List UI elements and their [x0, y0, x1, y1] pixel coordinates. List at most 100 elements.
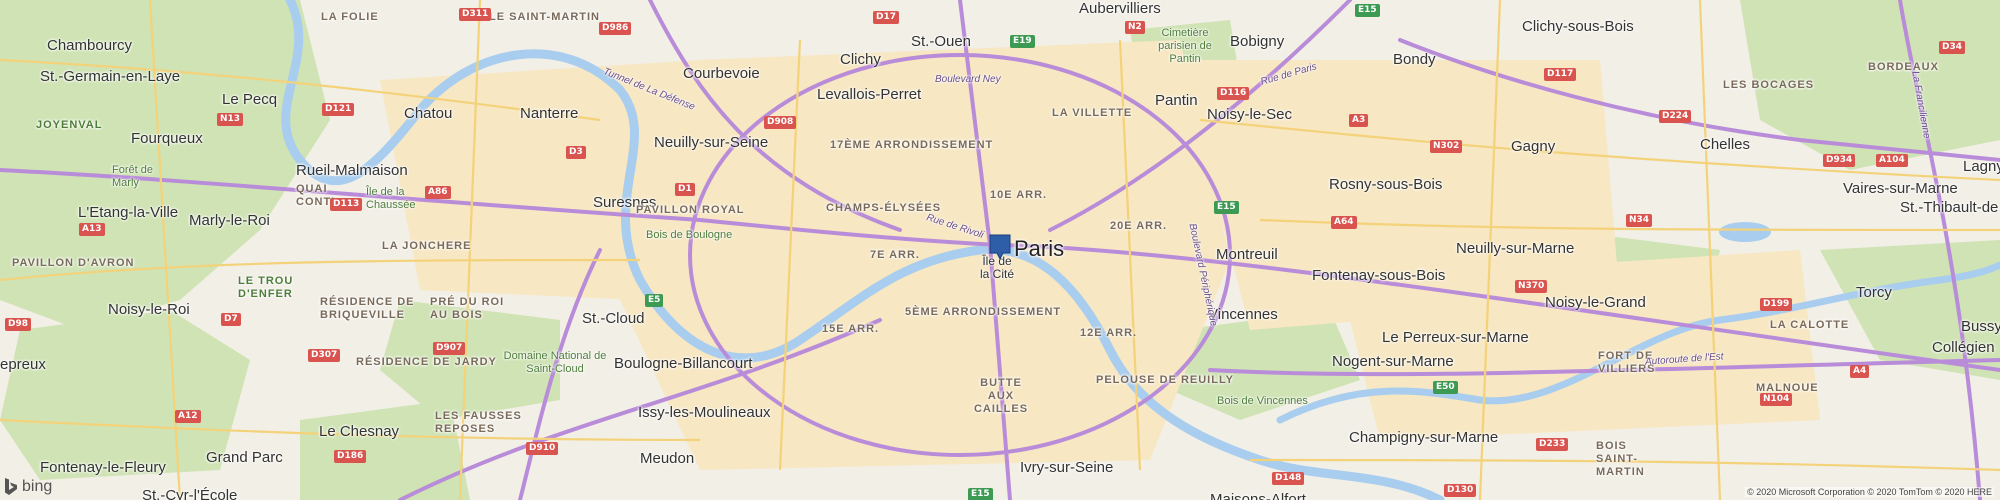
- place-pantin[interactable]: Pantin: [1155, 93, 1198, 108]
- place-gagny[interactable]: Gagny: [1511, 139, 1555, 154]
- place-clichy-sous-bois[interactable]: Clichy-sous-Bois: [1522, 19, 1634, 34]
- shield-d3: D3: [566, 146, 586, 159]
- place-le-chesnay[interactable]: Le Chesnay: [319, 424, 399, 439]
- place-rueil[interactable]: Rueil-Malmaison: [296, 163, 408, 178]
- shield-d233: D233: [1536, 438, 1569, 451]
- place-meudon[interactable]: Meudon: [640, 451, 694, 466]
- district-les-bocages: LES BOCAGES: [1723, 79, 1815, 91]
- place-st-cyr[interactable]: St.-Cyr-l'École: [142, 488, 237, 500]
- park-bois-boulogne[interactable]: Bois de Boulogne: [646, 230, 732, 241]
- place-le-perreux[interactable]: Le Perreux-sur-Marne: [1382, 330, 1529, 345]
- place-collegien[interactable]: Collégien: [1932, 340, 1995, 355]
- place-grand-parc[interactable]: Grand Parc: [206, 450, 283, 465]
- shield-e15-n: E15: [1355, 4, 1380, 17]
- place-noisy-le-roi[interactable]: Noisy-le-Roi: [108, 302, 190, 317]
- place-neuilly-sur-marne[interactable]: Neuilly-sur-Marne: [1456, 241, 1574, 256]
- bing-logo[interactable]: bing: [4, 478, 52, 496]
- district-7e: 7E ARR.: [870, 249, 920, 261]
- park-cimetiere-pantin[interactable]: Cimetière parisien de Pantin: [1144, 27, 1226, 66]
- district-la-folie: LA FOLIE: [321, 11, 379, 23]
- map-canvas[interactable]: Paris Chambourcy St.-Germain-en-Laye Le …: [0, 0, 2000, 500]
- place-marly-le-roi[interactable]: Marly-le-Roi: [189, 213, 270, 228]
- shield-n34: N34: [1626, 214, 1653, 227]
- place-levallois[interactable]: Levallois-Perret: [817, 87, 921, 102]
- shield-d908: D908: [764, 116, 797, 129]
- place-lagny[interactable]: Lagny: [1963, 159, 2000, 174]
- shield-d113: D113: [330, 198, 363, 211]
- shield-e15-c: E15: [1214, 201, 1239, 214]
- district-residence-jardy: RÉSIDENCE DE JARDY: [356, 356, 497, 368]
- place-neuilly-sur-seine[interactable]: Neuilly-sur-Seine: [654, 135, 768, 150]
- district-pavillon-avron: PAVILLON D'AVRON: [12, 257, 135, 269]
- place-chatou[interactable]: Chatou: [404, 106, 452, 121]
- park-ile-chaussee[interactable]: Île de la Chaussée: [366, 186, 420, 212]
- district-ile-st-martin: ÎLE SAINT-MARTIN: [485, 11, 600, 23]
- shield-d7: D7: [221, 313, 241, 326]
- place-st-germain[interactable]: St.-Germain-en-Laye: [40, 69, 180, 84]
- place-nanterre[interactable]: Nanterre: [520, 106, 578, 121]
- place-vincennes[interactable]: Vincennes: [1208, 307, 1278, 322]
- bing-logo-icon: [5, 478, 17, 495]
- place-fontenay-le-fleury[interactable]: Fontenay-le-Fleury: [40, 460, 166, 475]
- district-champs: CHAMPS-ÉLYSÉES: [826, 202, 942, 214]
- place-st-cloud[interactable]: St.-Cloud: [582, 311, 645, 326]
- shield-d130: D130: [1444, 484, 1477, 497]
- shield-d311: D311: [459, 8, 492, 21]
- park-domaine-st-cloud[interactable]: Domaine National de Saint-Cloud: [500, 350, 610, 376]
- place-bussy[interactable]: Bussy-: [1961, 319, 2000, 334]
- shield-d98: D98: [5, 318, 31, 331]
- place-chelles[interactable]: Chelles: [1700, 137, 1750, 152]
- shield-d34: D34: [1939, 41, 1965, 54]
- place-bondy[interactable]: Bondy: [1393, 52, 1436, 67]
- place-clichy[interactable]: Clichy: [840, 52, 881, 67]
- shield-d116: D116: [1217, 87, 1250, 100]
- place-bobigny[interactable]: Bobigny: [1230, 34, 1284, 49]
- place-torcy[interactable]: Torcy: [1856, 285, 1892, 300]
- place-etang-la-ville[interactable]: L'Etang-la-Ville: [78, 205, 178, 220]
- district-5e: 5ÈME ARRONDISSEMENT: [905, 306, 1062, 318]
- place-courbevoie[interactable]: Courbevoie: [683, 66, 760, 81]
- place-rosny[interactable]: Rosny-sous-Bois: [1329, 177, 1442, 192]
- place-boulogne[interactable]: Boulogne-Billancourt: [614, 356, 752, 371]
- place-st-thibault[interactable]: St.-Thibault-de: [1900, 200, 1998, 215]
- place-nogent[interactable]: Nogent-sur-Marne: [1332, 354, 1454, 369]
- place-noisy-le-sec[interactable]: Noisy-le-Sec: [1207, 107, 1292, 122]
- district-12e: 12E ARR.: [1080, 327, 1138, 339]
- place-issy[interactable]: Issy-les-Moulineaux: [638, 405, 771, 420]
- shield-d17: D17: [873, 11, 899, 24]
- place-le-pecq[interactable]: Le Pecq: [222, 92, 277, 107]
- place-champigny[interactable]: Champigny-sur-Marne: [1349, 430, 1498, 445]
- district-pavillon-royal: PAVILLON ROYAL: [636, 204, 745, 216]
- place-vaires[interactable]: Vaires-sur-Marne: [1843, 181, 1958, 196]
- place-montreuil[interactable]: Montreuil: [1216, 247, 1278, 262]
- district-17e: 17ÈME ARRONDISSEMENT: [830, 139, 994, 151]
- place-epreux[interactable]: epreux: [0, 357, 46, 372]
- place-fourqueux[interactable]: Fourqueux: [131, 131, 203, 146]
- place-fontenay-sous-bois[interactable]: Fontenay-sous-Bois: [1312, 268, 1445, 283]
- district-bordeaux: BORDEAUX: [1868, 61, 1939, 73]
- copyright-text[interactable]: © 2020 Microsoft Corporation © 2020 TomT…: [1745, 487, 1994, 497]
- shield-a4: A4: [1850, 365, 1870, 378]
- shield-d148: D148: [1272, 472, 1305, 485]
- shield-d307: D307: [308, 349, 341, 362]
- place-ivry[interactable]: Ivry-sur-Seine: [1020, 460, 1113, 475]
- shield-n104: N104: [1760, 393, 1793, 406]
- shield-d199: D199: [1760, 298, 1793, 311]
- park-bois-vincennes[interactable]: Bois de Vincennes: [1217, 396, 1308, 407]
- location-pin-icon[interactable]: [989, 234, 1011, 260]
- place-aubervilliers[interactable]: Aubervilliers: [1079, 1, 1161, 16]
- shield-n302: N302: [1430, 140, 1463, 153]
- park-foret-marly[interactable]: Forêt de Marly: [112, 164, 162, 190]
- place-maisons-alfort[interactable]: Maisons-Alfort: [1210, 492, 1306, 500]
- place-noisy-le-grand[interactable]: Noisy-le-Grand: [1545, 295, 1646, 310]
- place-chambourcy[interactable]: Chambourcy: [47, 38, 132, 53]
- district-bois-st-martin: BOIS SAINT-MARTIN: [1596, 440, 1645, 478]
- district-les-fausses-reposes: LES FAUSSES REPOSES: [435, 410, 522, 435]
- district-residence-briqueville: RÉSIDENCE DE BRIQUEVILLE: [320, 296, 415, 321]
- district-10e: 10E ARR.: [990, 189, 1048, 201]
- place-st-ouen[interactable]: St.-Ouen: [911, 34, 971, 49]
- city-label-paris[interactable]: Paris: [1014, 238, 1064, 260]
- shield-a3: A3: [1349, 114, 1369, 127]
- road-boulevard-ney: Boulevard Ney: [935, 74, 1001, 85]
- shield-a12: A12: [175, 410, 201, 423]
